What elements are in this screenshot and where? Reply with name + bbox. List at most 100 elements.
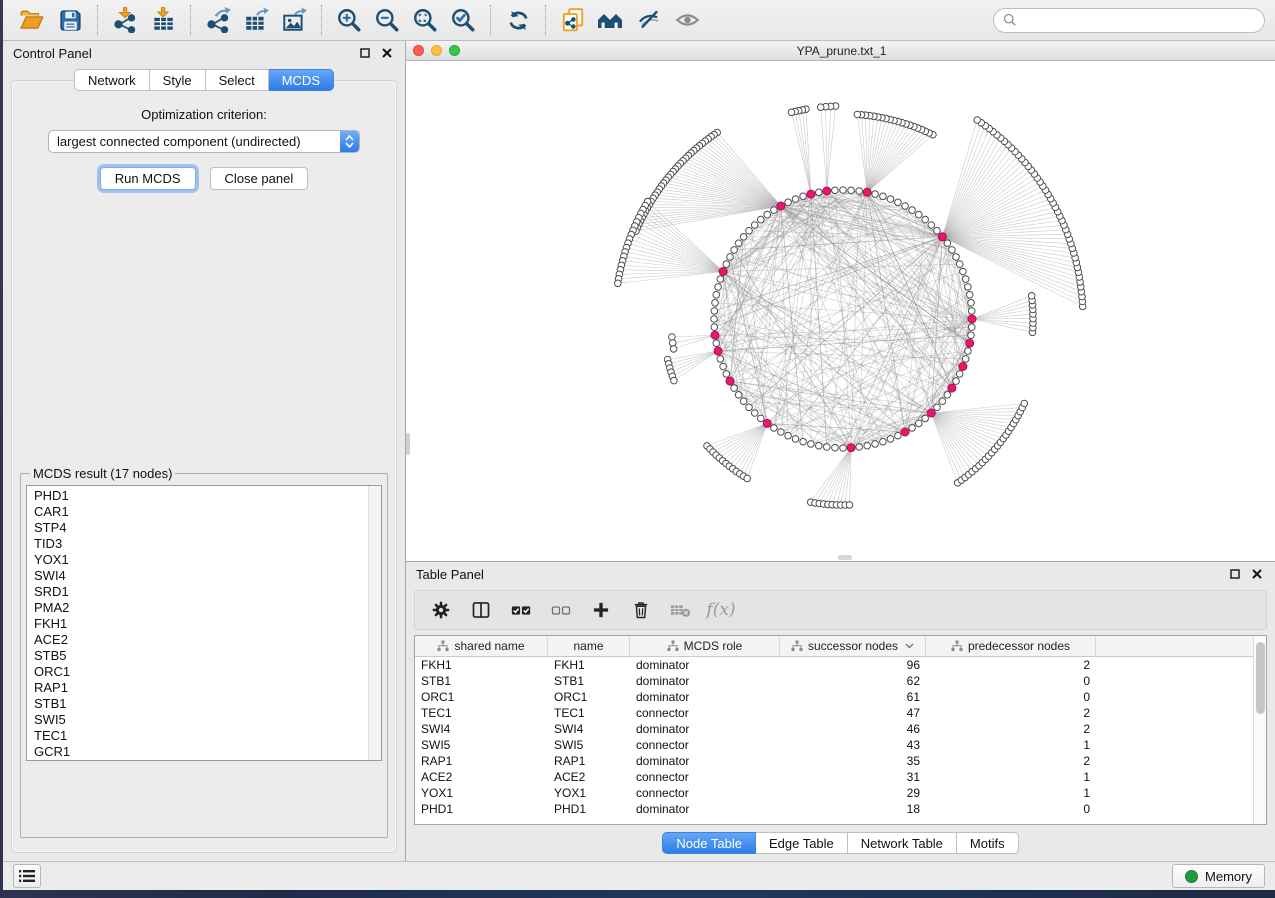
mcds-result-item[interactable]: RAP1 [34,680,368,696]
mcds-result-item[interactable]: TEC1 [34,728,368,744]
network-node[interactable] [758,415,765,422]
cell-name[interactable]: SWI5 [548,738,630,752]
network-edge[interactable] [824,448,852,504]
cell-mcds-role[interactable]: dominator [630,674,780,688]
network-hscroll-thumb[interactable] [838,555,852,560]
network-node[interactable] [916,420,923,427]
network-node[interactable] [956,261,963,268]
cell-predecessor-nodes[interactable]: 2 [926,706,1096,720]
network-node[interactable] [968,332,975,339]
network-edge[interactable] [931,413,975,469]
search-input[interactable] [1017,13,1255,27]
network-edge[interactable] [628,243,723,271]
mcds-node[interactable] [726,377,734,385]
cell-successor-nodes[interactable]: 29 [780,786,926,800]
hide-all-columns-button[interactable] [549,598,573,622]
show-panels-button[interactable] [668,3,706,37]
network-edge[interactable] [942,155,1018,237]
cell-shared-name[interactable]: SWI4 [415,722,548,736]
task-history-button[interactable] [13,864,41,888]
global-search[interactable] [993,8,1265,33]
network-node[interactable] [711,308,718,315]
mcds-result-item[interactable]: FKH1 [34,616,368,632]
cell-shared-name[interactable]: PHD1 [415,802,548,816]
network-edge[interactable] [867,131,925,192]
network-node[interactable] [840,187,847,194]
network-node[interactable] [846,502,853,509]
mcds-node[interactable] [847,444,855,452]
network-node[interactable] [740,398,747,405]
network-edge[interactable] [697,148,781,206]
mcds-result-item[interactable]: STB5 [34,648,368,664]
cell-successor-nodes[interactable]: 43 [780,738,926,752]
hide-panels-button[interactable] [630,3,668,37]
network-node[interactable] [816,189,823,196]
delete-table-button[interactable] [669,598,693,622]
network-node[interactable] [711,324,718,331]
column-header-name[interactable]: name [548,636,630,656]
table-scrollbar[interactable] [1253,636,1266,824]
network-edge[interactable] [843,413,931,448]
network-node[interactable] [764,211,771,218]
import-network-button[interactable] [106,3,144,37]
network-node[interactable] [895,432,902,439]
network-edge[interactable] [639,218,723,272]
cell-shared-name[interactable]: TEC1 [415,706,548,720]
network-edge[interactable] [942,212,1057,237]
network-edge[interactable] [680,163,781,206]
network-edge[interactable] [719,423,767,458]
cell-shared-name[interactable]: SWI5 [415,738,548,752]
network-node[interactable] [887,196,894,203]
cell-predecessor-nodes[interactable]: 0 [926,802,1096,816]
column-settings-button[interactable] [429,598,453,622]
network-node[interactable] [934,227,941,234]
cell-successor-nodes[interactable]: 47 [780,706,926,720]
network-node[interactable] [887,436,894,443]
tab-network-table[interactable]: Network Table [848,832,957,854]
network-node[interactable] [817,104,824,111]
tab-select[interactable]: Select [206,69,269,91]
table-scrollbar-thumb[interactable] [1256,642,1265,714]
cell-predecessor-nodes[interactable]: 2 [926,658,1096,672]
network-node[interactable] [832,187,839,194]
network-node[interactable] [895,199,902,206]
network-node[interactable] [740,234,747,241]
sort-chevron-icon[interactable] [905,643,914,649]
network-node[interactable] [723,261,730,268]
cell-successor-nodes[interactable]: 62 [780,674,926,688]
float-table-panel-button[interactable] [1227,566,1243,582]
table-row[interactable]: SWI4SWI4dominator462 [415,721,1253,737]
network-edge[interactable] [637,222,723,272]
refresh-button[interactable] [499,3,537,37]
cell-successor-nodes[interactable]: 35 [780,754,926,768]
mcds-result-item[interactable]: ACE2 [34,632,368,648]
network-edge[interactable] [931,413,1008,431]
network-edge[interactable] [729,423,767,466]
network-node[interactable] [758,216,765,223]
split-view-button[interactable] [469,598,493,622]
cell-successor-nodes[interactable]: 96 [780,658,926,672]
run-mcds-button[interactable]: Run MCDS [100,167,196,190]
network-edge[interactable] [931,413,957,483]
network-node[interactable] [1028,293,1035,300]
tab-mcds[interactable]: MCDS [269,69,334,91]
network-edge[interactable] [828,448,851,505]
export-network-button[interactable] [199,3,237,37]
network-node[interactable] [922,415,929,422]
network-node[interactable] [872,191,879,198]
close-panel-button[interactable] [379,45,395,61]
network-node[interactable] [864,442,871,449]
column-header-successor-nodes[interactable]: successor nodes [780,636,926,656]
mcds-node[interactable] [777,202,785,210]
network-node[interactable] [909,425,916,432]
network-node[interactable] [800,193,807,200]
window-close-icon[interactable] [413,45,424,56]
network-node[interactable] [968,300,975,307]
network-node[interactable] [800,438,807,445]
network-node[interactable] [840,445,847,452]
close-mcds-panel-button[interactable]: Close panel [210,167,309,190]
cell-name[interactable]: RAP1 [548,754,630,768]
network-node[interactable] [788,109,795,116]
function-builder-button[interactable]: f(x) [709,598,733,622]
network-edge[interactable] [867,192,956,257]
